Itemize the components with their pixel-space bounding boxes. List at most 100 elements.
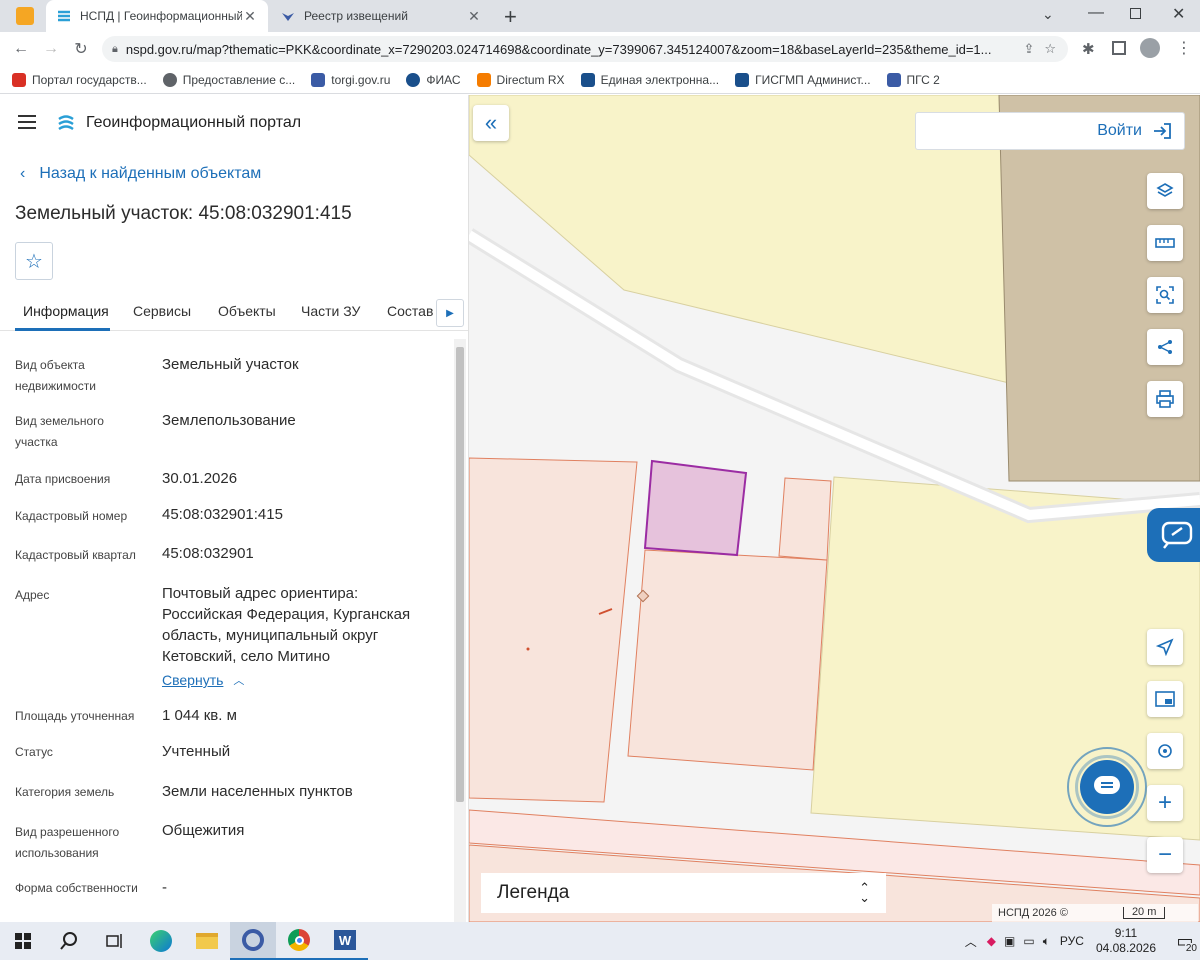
taskbar-app-icon[interactable] — [230, 922, 276, 960]
geolocation-button[interactable] — [1147, 733, 1183, 769]
close-tab-icon[interactable]: ✕ — [466, 8, 482, 25]
map-canvas[interactable]: « + − — [469, 95, 1200, 922]
field-value: 30.01.2026 — [162, 470, 238, 487]
share-button[interactable] — [1147, 329, 1183, 365]
map-attribution: НСПД 2026 © 20 m — [992, 904, 1198, 922]
search-icon[interactable] — [46, 922, 92, 960]
tab-parts[interactable]: Части ЗУ — [301, 303, 360, 319]
file-explorer-icon[interactable] — [184, 922, 230, 960]
bookmark-directum[interactable]: Directum RX — [476, 72, 565, 87]
restore-button[interactable] — [1130, 8, 1141, 19]
copyright-text: НСПД 2026 © — [998, 907, 1068, 919]
bookmark-eis[interactable]: Единая электронна... — [580, 72, 719, 87]
browser-tab-nspd[interactable]: НСПД | Геоинформационный п ✕ — [46, 0, 268, 32]
bookmark-icon — [476, 72, 491, 87]
bookmark-pgs[interactable]: ПГС 2 — [886, 72, 940, 87]
bookmark-fias[interactable]: ФИАС — [406, 72, 461, 87]
field-label: Дата присвоения — [15, 472, 111, 486]
collapse-link[interactable]: Свернуть ︿ — [162, 672, 244, 688]
zoom-in-button[interactable]: + — [1147, 785, 1183, 821]
language-indicator[interactable]: РУС — [1060, 934, 1084, 948]
extensions-icon[interactable]: ✱ — [1082, 40, 1095, 58]
address-bar[interactable]: 🔒︎ nspd.gov.ru/map?thematic=PKK&coordina… — [102, 36, 1068, 62]
reload-icon[interactable]: ↻ — [66, 34, 96, 64]
minimize-button[interactable]: — — [1088, 4, 1104, 22]
selected-parcel — [643, 459, 748, 557]
star-icon: ☆ — [25, 250, 43, 273]
bookmark-torgi[interactable]: torgi.gov.ru — [311, 72, 390, 87]
tab-information[interactable]: Информация — [23, 303, 109, 319]
zoom-out-button[interactable]: − — [1147, 837, 1183, 873]
ruler-button[interactable] — [1147, 225, 1183, 261]
task-view-icon[interactable] — [92, 922, 138, 960]
tab-objects[interactable]: Объекты — [218, 303, 276, 319]
chat-icon — [1161, 521, 1193, 549]
browser-app-icon[interactable] — [16, 7, 34, 25]
browser-tab-registry[interactable]: Реестр извещений ✕ — [270, 0, 492, 32]
nspd-favicon-icon — [56, 8, 72, 24]
tab-composition[interactable]: Состав — [387, 303, 433, 319]
tab-services[interactable]: Сервисы — [133, 303, 191, 319]
close-window-button[interactable]: ✕ — [1172, 4, 1185, 24]
chrome-icon[interactable] — [276, 922, 322, 960]
notifications-button[interactable]: ▭ 20 — [1170, 922, 1200, 960]
bookmark-icon — [311, 72, 326, 87]
feedback-tab-button[interactable] — [1147, 508, 1200, 562]
caret-right-icon: ▶ — [446, 307, 454, 319]
bookmark-icon — [406, 72, 421, 87]
tabs-scroll-right-button[interactable]: ▶ — [436, 299, 464, 327]
volume-icon[interactable]: 🔈︎ — [1043, 934, 1050, 949]
field-label: Кадастровый номер — [15, 509, 128, 523]
bookmark-star-icon[interactable]: ☆ — [1044, 41, 1056, 57]
ruler-icon — [1155, 238, 1175, 248]
field-value: Учтенный — [162, 743, 231, 760]
lock-icon: 🔒︎ — [112, 42, 118, 55]
field-value: Земельный участок — [162, 356, 299, 373]
chat-assistant-button[interactable] — [1067, 747, 1147, 827]
tray-app-icon[interactable]: ▣ — [1004, 934, 1015, 948]
tab-search-chevron-icon[interactable]: ⌄ — [1042, 6, 1054, 23]
bookmark-gosuslugi[interactable]: Портал государств... — [12, 72, 147, 87]
bookmark-gisgmp[interactable]: ГИСГМП Админист... — [735, 72, 871, 87]
bookmark-icon — [162, 72, 177, 87]
browser-menu-icon[interactable]: ⋮ — [1176, 38, 1192, 58]
show-hidden-icons-icon[interactable]: ︿ — [965, 933, 977, 950]
portal-header: Геоинформационный портал — [0, 95, 468, 151]
share-icon[interactable]: ⇪ — [1023, 41, 1034, 57]
chevron-up-icon: ︿ — [233, 675, 245, 687]
navigate-button[interactable] — [1147, 629, 1183, 665]
legend-toggle[interactable]: Легенда ⌃ ⌄ — [481, 873, 886, 913]
hamburger-menu-icon[interactable] — [18, 115, 36, 129]
close-tab-icon[interactable]: ✕ — [242, 8, 258, 25]
tray-app-icon[interactable]: ◆ — [987, 934, 996, 948]
network-icon[interactable]: ▭ — [1023, 934, 1034, 948]
url-text: nspd.gov.ru/map?thematic=PKK&coordinate_… — [125, 41, 992, 57]
windows-start-icon[interactable] — [0, 922, 46, 960]
profile-avatar[interactable] — [1140, 38, 1160, 58]
word-icon[interactable]: W — [322, 922, 368, 960]
field-label: Адрес — [15, 588, 50, 602]
new-tab-button[interactable]: + — [504, 4, 517, 30]
login-button[interactable]: Войти — [915, 112, 1185, 150]
layers-button[interactable] — [1147, 173, 1183, 209]
edge-browser-icon[interactable] — [138, 922, 184, 960]
side-panel-icon[interactable] — [1112, 41, 1126, 55]
minimap-button[interactable] — [1147, 681, 1183, 717]
back-arrow-icon[interactable]: ← — [6, 34, 36, 64]
address-value: Почтовый адрес ориентира: Российская Фед… — [162, 585, 411, 665]
print-button[interactable] — [1147, 381, 1183, 417]
area-search-icon — [1156, 286, 1174, 304]
clock[interactable]: 9:11 04.08.2026 — [1096, 926, 1156, 956]
panel-scrollbar-thumb[interactable] — [456, 347, 464, 802]
navigation-arrow-icon — [1156, 638, 1174, 656]
collapse-panel-button[interactable]: « — [473, 105, 509, 141]
bookmark-icon — [735, 72, 750, 87]
field-label: Форма собственности — [15, 881, 138, 895]
bookmark-icon — [886, 72, 901, 87]
bookmark-services[interactable]: Предоставление с... — [162, 72, 295, 87]
object-tabs: Информация Сервисы Объекты Части ЗУ Сост… — [0, 295, 468, 331]
area-search-button[interactable] — [1147, 277, 1183, 313]
forward-arrow-icon[interactable]: → — [36, 34, 66, 64]
back-to-results-link[interactable]: ‹ Назад к найденным объектам — [20, 165, 261, 183]
favorite-button[interactable]: ☆ — [15, 242, 53, 280]
